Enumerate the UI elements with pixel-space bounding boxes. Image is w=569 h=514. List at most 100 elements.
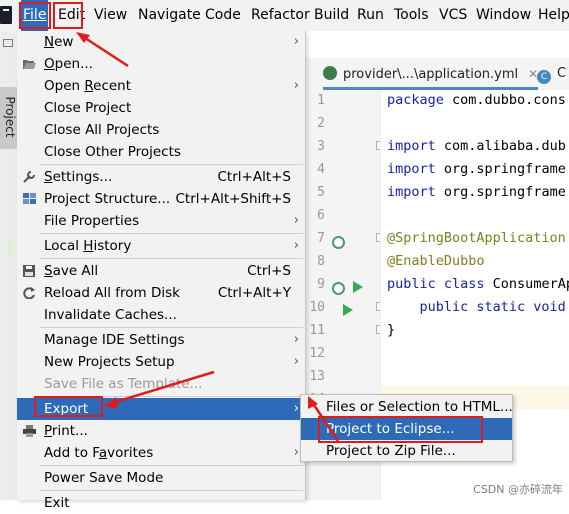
wrench-icon [23,171,35,183]
menu-item-close-other-projects[interactable]: Close Other Projects [17,141,305,163]
menu-item-label: File Properties [44,213,140,229]
menu-item-close-project[interactable]: Close Project [17,97,305,119]
run-icon[interactable] [343,304,353,316]
menu-file[interactable]: File [21,0,49,31]
menu-item-label: Local History [44,238,132,254]
menu-item-manage-ide-settings[interactable]: Manage IDE Settings › [17,329,305,351]
menu-file-label: File [23,7,47,23]
menu-item-files-to-html[interactable]: Files or Selection to HTML... [301,396,513,418]
menu-item-new-projects-setup[interactable]: New Projects Setup › [17,351,305,373]
menu-item-exit[interactable]: Exit [17,492,305,514]
menu-item-project-structure[interactable]: Project Structure... Ctrl+Alt+Shift+S [17,188,305,210]
menu-item-file-properties[interactable]: File Properties › [17,210,305,232]
menu-help[interactable]: Help [536,0,569,31]
menu-item-label: Invalidate Caches... [44,307,177,323]
project-tool-label: Project [3,96,17,138]
chevron-right-icon: › [293,445,299,460]
menu-vcs[interactable]: VCS [437,0,469,31]
project-tool-strip: Project [0,31,18,500]
menu-item-new[interactable]: New › [17,31,305,53]
menu-item-project-to-eclipse[interactable]: Project to Eclipse... [301,418,512,440]
menu-navigate-label: Navigate [138,7,201,23]
menu-item-label: Open Recent [44,78,132,94]
editor-tab-bar: provider\...\application.yml ✕ CC [305,58,569,91]
code-line-11: } [387,322,396,338]
code-line-10: public static void [387,299,566,315]
menu-item-local-history[interactable]: Local History › [17,235,305,257]
code-line-4: import org.springframe [387,161,566,177]
menu-item-shortcut: Ctrl+S [247,263,291,279]
menu-separator [39,490,303,491]
menu-item-invalidate-caches[interactable]: Invalidate Caches... [17,304,305,326]
tab-class-file[interactable]: CC [537,58,566,90]
line-number: 5 [317,185,325,200]
menu-run[interactable]: Run [355,0,386,31]
menu-item-power-save-mode[interactable]: Power Save Mode [17,467,305,489]
menu-item-label: Project to Zip File... [326,443,456,459]
line-number: 9 [317,277,325,292]
project-structure-icon [23,193,36,204]
spring-bean-icon[interactable] [332,282,345,295]
chevron-right-icon: › [293,78,299,93]
menu-separator [39,327,303,328]
code-line-3: import com.alibaba.dub [387,138,566,154]
menu-build[interactable]: Build [312,0,351,31]
menu-tools[interactable]: Tools [392,0,431,31]
menu-item-label: Power Save Mode [44,470,164,486]
menu-code[interactable]: Code [203,0,243,31]
tool-window-icon[interactable] [3,39,13,47]
menu-refactor[interactable]: Refactor [249,0,312,31]
menu-item-print[interactable]: Print... [17,420,305,442]
menu-item-label: Reload All from Disk [44,285,180,301]
run-icon[interactable] [353,281,363,293]
chevron-right-icon: › [293,401,299,416]
yaml-file-icon [323,66,337,80]
menu-item-open-recent[interactable]: Open Recent › [17,75,305,97]
menu-tools-label: Tools [394,7,429,23]
chevron-right-icon: › [293,332,299,347]
menu-item-label: New Projects Setup [44,354,175,370]
line-number: 4 [317,162,325,177]
menu-item-shortcut: Ctrl+Alt+S [217,169,292,185]
menu-item-open[interactable]: Open... [17,53,305,75]
menu-item-label: Project to Eclipse... [326,421,455,437]
line-number: 13 [309,369,325,384]
menu-separator [39,465,303,466]
menu-item-label: Close Project [44,100,132,116]
menu-item-label: Open... [44,56,93,72]
tab-label: provider\...\application.yml [343,67,519,82]
watermark: CSDN @亦碎流年 [473,483,563,496]
code-line-7: @SpringBootApplication [387,230,566,246]
menu-separator [39,164,303,165]
menu-separator [39,233,303,234]
menu-item-reload-all[interactable]: Reload All from Disk Ctrl+Alt+Y [17,282,305,304]
menu-edit-label: Edit [58,7,86,23]
spring-bean-icon[interactable] [332,236,345,249]
line-number: 6 [317,208,325,223]
chevron-right-icon: › [293,238,299,253]
class-file-icon: C [537,70,551,84]
chevron-right-icon: › [293,34,299,49]
menu-vcs-label: VCS [439,7,468,23]
menu-item-project-to-zip[interactable]: Project to Zip File... [301,440,512,462]
menu-refactor-label: Refactor [251,7,310,23]
menu-item-save-all[interactable]: Save All Ctrl+S [17,260,305,282]
menu-build-label: Build [314,7,350,23]
menu-item-label: Settings... [44,169,113,185]
menu-item-add-to-favorites[interactable]: Add to Favorites › [17,442,305,464]
menu-item-label: Project Structure... [44,191,171,207]
menu-window[interactable]: Window [474,0,533,31]
menu-view[interactable]: View [92,0,129,31]
tab-application-yml[interactable]: provider\...\application.yml ✕ [323,58,539,90]
file-menu-dropdown: New › Open... Open Recent › Close Projec… [17,31,306,511]
menu-edit[interactable]: Edit [56,0,87,31]
export-submenu: Files or Selection to HTML... Project to… [300,394,513,462]
menu-navigate[interactable]: Navigate [136,0,203,31]
menu-item-settings[interactable]: Settings... Ctrl+Alt+S [17,166,305,188]
menu-item-label: Print... [44,423,88,439]
menu-item-label: Add to Favorites [44,445,154,461]
menu-item-close-all-projects[interactable]: Close All Projects [17,119,305,141]
menu-view-label: View [94,7,128,23]
chevron-right-icon: › [293,213,299,228]
menu-item-export[interactable]: Export › [17,398,305,420]
